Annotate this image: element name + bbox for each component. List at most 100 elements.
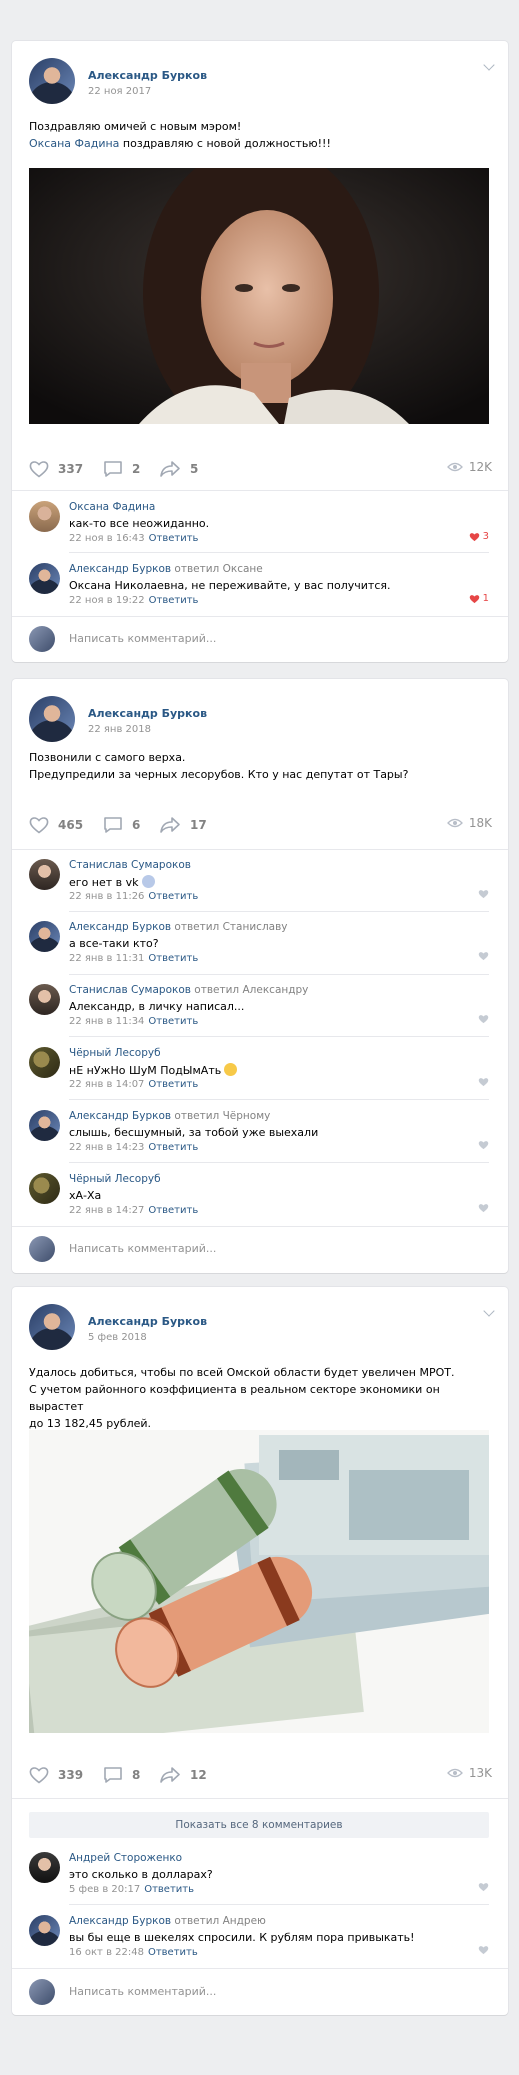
comment-meta: 16 окт в 22:48 Ответить: [69, 1947, 198, 1958]
comment-icon: [104, 817, 122, 833]
comment-input[interactable]: Написать комментарий...: [69, 1242, 216, 1255]
like-button[interactable]: 339: [29, 1766, 83, 1784]
share-icon: [160, 1767, 180, 1783]
heart-icon: [478, 1883, 489, 1892]
divider: [12, 1968, 508, 1969]
comment-text: вы бы еще в шекелях спросили. К рублям п…: [69, 1931, 415, 1944]
chevron-down-icon[interactable]: [483, 1305, 495, 1317]
commenter-avatar[interactable]: [29, 1110, 60, 1141]
comment: Александр Бурков ответил Андрею вы бы ещ…: [29, 1915, 489, 1963]
comment-like-button[interactable]: 3: [469, 531, 489, 542]
comment-like-button[interactable]: [478, 1140, 489, 1150]
shares-count: 5: [190, 462, 199, 476]
share-button[interactable]: 17: [159, 816, 207, 834]
comment-author[interactable]: Станислав Сумароков ответил Александру: [69, 984, 308, 996]
comment-author[interactable]: Александр Бурков ответил Оксане: [69, 563, 263, 575]
commenter-avatar[interactable]: [29, 921, 60, 952]
reply-link[interactable]: Ответить: [149, 533, 199, 544]
reply-link[interactable]: Ответить: [148, 1142, 198, 1153]
comment-button[interactable]: 8: [103, 1766, 140, 1784]
reply-link[interactable]: Ответить: [148, 1016, 198, 1027]
comment-like-button[interactable]: [478, 1077, 489, 1087]
comment-like-button[interactable]: [478, 1203, 489, 1213]
commenter-avatar[interactable]: [29, 1852, 60, 1883]
commenter-avatar[interactable]: [29, 501, 60, 532]
emoji-icon: [141, 875, 155, 888]
commenter-avatar[interactable]: [29, 1047, 60, 1078]
comment-like-button[interactable]: [478, 951, 489, 961]
post-date[interactable]: 5 фев 2018: [88, 1332, 147, 1343]
reply-link[interactable]: Ответить: [149, 595, 199, 606]
heart-icon: [478, 1141, 489, 1150]
heart-icon: [469, 532, 479, 541]
comment: Александр Бурков ответил Станиславу а вс…: [29, 921, 489, 969]
comment-like-button[interactable]: [478, 1945, 489, 1955]
comment-input[interactable]: Написать комментарий...: [69, 1985, 216, 1998]
reply-link[interactable]: Ответить: [148, 1079, 198, 1090]
comment-author[interactable]: Александр Бурков ответил Станиславу: [69, 921, 288, 933]
comment: Оксана Фадина как-то все неожиданно. 22 …: [29, 501, 489, 549]
comment-button[interactable]: 6: [103, 816, 140, 834]
comment-author[interactable]: Чёрный Лесоруб: [69, 1047, 161, 1059]
comment-like-button[interactable]: 1: [469, 593, 489, 604]
comment-like-button[interactable]: [478, 1882, 489, 1892]
reply-link[interactable]: Ответить: [148, 891, 198, 902]
reply-link[interactable]: Ответить: [144, 1884, 194, 1895]
write-comment[interactable]: Написать комментарий...: [29, 1978, 489, 2006]
commenter-avatar[interactable]: [29, 1173, 60, 1204]
likes-count: 339: [58, 1768, 84, 1782]
comment-author[interactable]: Андрей Стороженко: [69, 1852, 182, 1864]
comment-author[interactable]: Чёрный Лесоруб: [69, 1173, 161, 1185]
author-name[interactable]: Александр Бурков: [88, 707, 207, 720]
like-button[interactable]: 465: [29, 816, 83, 834]
post-actions: 339 8 12 13K: [29, 1766, 492, 1790]
post-3: Александр Бурков 5 фев 2018 Удалось доби…: [12, 1287, 508, 2015]
post-photo[interactable]: [29, 168, 489, 424]
commenter-avatar[interactable]: [29, 1915, 60, 1946]
comment-meta: 22 янв в 11:26 Ответить: [69, 891, 199, 902]
comment-separator: [69, 1099, 489, 1100]
mention-link[interactable]: Оксана Фадина: [29, 137, 119, 150]
comment: Александр Бурков ответил Чёрному слышь, …: [29, 1110, 489, 1158]
comment-author[interactable]: Александр Бурков ответил Андрею: [69, 1915, 266, 1927]
post-photo[interactable]: [29, 1430, 489, 1733]
post-date[interactable]: 22 ноя 2017: [88, 86, 151, 97]
comment-author[interactable]: Оксана Фадина: [69, 501, 155, 513]
divider: [12, 490, 508, 491]
share-button[interactable]: 5: [159, 460, 198, 478]
comment-like-button[interactable]: [478, 1014, 489, 1024]
comment-button[interactable]: 2: [103, 460, 140, 478]
write-comment[interactable]: Написать комментарий...: [29, 1235, 489, 1263]
comment-separator: [69, 1904, 489, 1905]
likes-count: 465: [58, 818, 84, 832]
post-date[interactable]: 22 янв 2018: [88, 724, 151, 735]
comment-author[interactable]: Александр Бурков ответил Чёрному: [69, 1110, 270, 1122]
write-comment[interactable]: Написать комментарий...: [29, 625, 489, 653]
comment-author[interactable]: Станислав Сумароков: [69, 859, 191, 871]
show-all-comments-button[interactable]: Показать все 8 комментариев: [29, 1812, 489, 1838]
reply-link[interactable]: Ответить: [148, 1947, 198, 1958]
author-name[interactable]: Александр Бурков: [88, 69, 207, 82]
commenter-avatar[interactable]: [29, 859, 60, 890]
comment-text: слышь, бесшумный, за тобой уже выехали: [69, 1126, 319, 1139]
commenter-avatar[interactable]: [29, 984, 60, 1015]
divider: [12, 616, 508, 617]
comment-input[interactable]: Написать комментарий...: [69, 632, 216, 645]
comment-text: а все-таки кто?: [69, 937, 159, 950]
reply-link[interactable]: Ответить: [148, 953, 198, 964]
author-avatar[interactable]: [29, 58, 75, 104]
author-avatar[interactable]: [29, 1304, 75, 1350]
like-button[interactable]: 337: [29, 460, 83, 478]
comment-like-button[interactable]: [478, 889, 489, 899]
share-button[interactable]: 12: [159, 1766, 207, 1784]
reply-link[interactable]: Ответить: [148, 1205, 198, 1216]
comment-meta: 22 янв в 14:27 Ответить: [69, 1205, 199, 1216]
post-2: Александр Бурков 22 янв 2018 Позвонили с…: [12, 679, 508, 1273]
chevron-down-icon[interactable]: [483, 59, 495, 71]
commenter-avatar[interactable]: [29, 563, 60, 594]
post-1: Александр Бурков 22 ноя 2017 Поздравляю …: [12, 41, 508, 662]
author-name[interactable]: Александр Бурков: [88, 1315, 207, 1328]
post-header: Александр Бурков 5 фев 2018: [29, 1304, 495, 1354]
author-avatar[interactable]: [29, 696, 75, 742]
views-count: 12K: [468, 460, 492, 474]
